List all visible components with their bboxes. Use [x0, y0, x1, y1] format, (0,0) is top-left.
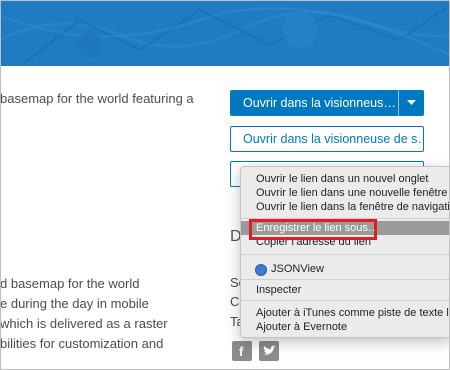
menu-separator [241, 254, 450, 255]
twitter-icon[interactable] [259, 341, 279, 361]
menu-item-open-new-window[interactable]: Ouvrir le lien dans une nouvelle fenêtre [241, 186, 450, 200]
menu-item-jsonview[interactable]: JSONView [241, 262, 450, 276]
description-line: basemap for the world featuring a [0, 91, 194, 106]
description-line: e during the day in mobile [0, 296, 149, 311]
description-line: d basemap for the world [0, 276, 140, 291]
description-line: which is delivered as a raster [0, 316, 168, 331]
facebook-icon[interactable]: f [232, 341, 252, 361]
description-line: bilities for customization and [0, 336, 164, 351]
header-banner [0, 0, 450, 66]
menu-item-add-to-evernote[interactable]: Ajouter à Evernote [241, 320, 450, 334]
menu-separator [241, 279, 450, 280]
open-viewer-button[interactable]: Ouvrir dans la visionneus… [230, 90, 424, 116]
open-viewer-label: Ouvrir dans la visionneus… [243, 96, 396, 110]
menu-item-add-to-itunes[interactable]: Ajouter à iTunes comme piste de texte lu [241, 306, 450, 320]
open-scene-viewer-button[interactable]: Ouvrir dans la visionneuse de s… [230, 126, 424, 152]
svg-text:f: f [239, 344, 244, 358]
menu-separator [241, 300, 450, 301]
context-menu: Ouvrir le lien dans un nouvel onglet Ouv… [240, 166, 450, 338]
menu-item-inspect[interactable]: Inspecter [241, 283, 450, 297]
chevron-down-icon [407, 100, 416, 105]
menu-separator [241, 218, 450, 219]
menu-item-open-private-window[interactable]: Ouvrir le lien dans la fenêtre de naviga… [241, 200, 450, 214]
dropdown-toggle[interactable] [398, 90, 424, 116]
banner-map-texture [0, 4, 450, 66]
menu-item-open-new-tab[interactable]: Ouvrir le lien dans un nouvel onglet [241, 172, 450, 186]
menu-item-copy-link-address[interactable]: Copier l’adresse du lien [241, 235, 450, 249]
menu-item-save-link-as[interactable]: Enregistrer le lien sous… [241, 221, 450, 235]
